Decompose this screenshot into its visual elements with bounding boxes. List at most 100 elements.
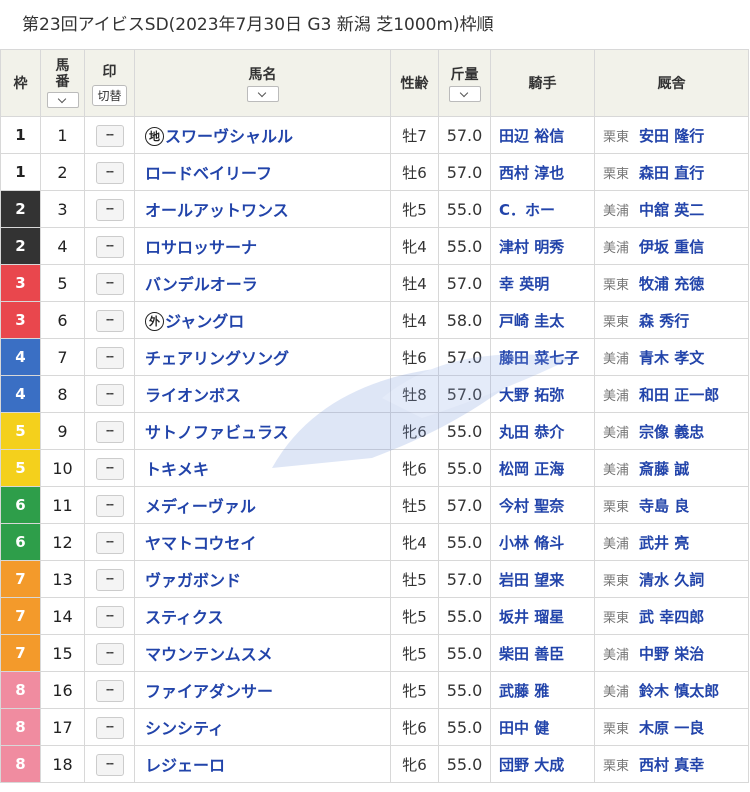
horse-name-link[interactable]: ロードベイリーフ	[145, 164, 272, 183]
mark-select-button[interactable]: --	[95, 458, 124, 480]
jockey-link[interactable]: 坂井 瑠星	[499, 608, 564, 626]
mark-select-button[interactable]: --	[95, 717, 124, 739]
mark-select-button[interactable]: --	[95, 680, 124, 702]
jockey-cell[interactable]: 柴田 善臣	[490, 634, 595, 672]
header-horse[interactable]: 馬名	[134, 49, 391, 117]
trainer-link[interactable]: 寺島 良	[639, 497, 689, 515]
jockey-link[interactable]: 田中 健	[499, 719, 549, 737]
trainer-link[interactable]: 牧浦 充徳	[639, 275, 704, 293]
jockey-cell[interactable]: 武藤 雅	[490, 671, 595, 709]
horse-name-cell[interactable]: メディーヴァル	[134, 486, 391, 524]
horse-name-cell[interactable]: バンデルオーラ	[134, 264, 391, 302]
mark-select-button[interactable]: --	[95, 495, 124, 517]
horse-name-cell[interactable]: ヤマトコウセイ	[134, 523, 391, 561]
trainer-link[interactable]: 森 秀行	[639, 312, 689, 330]
jockey-cell[interactable]: 田中 健	[490, 708, 595, 746]
jockey-cell[interactable]: 丸田 恭介	[490, 412, 595, 450]
trainer-link[interactable]: 武井 亮	[639, 534, 689, 552]
header-weight[interactable]: 斤量	[438, 49, 491, 117]
jockey-link[interactable]: 松岡 正海	[499, 460, 564, 478]
horse-name-cell[interactable]: サトノファビュラス	[134, 412, 391, 450]
horse-name-link[interactable]: ヴァガボンド	[145, 571, 241, 590]
mark-select-button[interactable]: --	[95, 347, 124, 369]
horse-name-link[interactable]: ジャングロ	[165, 312, 244, 331]
jockey-cell[interactable]: 大野 拓弥	[490, 375, 595, 413]
jockey-link[interactable]: 武藤 雅	[499, 682, 549, 700]
trainer-link[interactable]: 木原 一良	[639, 719, 704, 737]
trainer-link[interactable]: 和田 正一郎	[639, 386, 719, 404]
horse-name-link[interactable]: トキメキ	[145, 460, 209, 479]
jockey-cell[interactable]: 津村 明秀	[490, 227, 595, 265]
horse-name-cell[interactable]: シンシティ	[134, 708, 391, 746]
mark-select-button[interactable]: --	[95, 273, 124, 295]
horse-name-cell[interactable]: トキメキ	[134, 449, 391, 487]
jockey-link[interactable]: 丸田 恭介	[499, 423, 564, 441]
jockey-cell[interactable]: 小林 脩斗	[490, 523, 595, 561]
sort-umaban-button[interactable]	[46, 92, 79, 108]
sort-weight-button[interactable]	[448, 86, 481, 102]
horse-name-link[interactable]: スティクス	[145, 608, 224, 627]
horse-name-cell[interactable]: ファイアダンサー	[134, 671, 391, 709]
horse-name-cell[interactable]: ライオンボス	[134, 375, 391, 413]
jockey-cell[interactable]: 坂井 瑠星	[490, 597, 595, 635]
trainer-link[interactable]: 西村 真幸	[639, 756, 704, 774]
jockey-link[interactable]: 岩田 望来	[499, 571, 564, 589]
horse-name-link[interactable]: ロサロッサーナ	[145, 238, 257, 257]
mark-select-button[interactable]: --	[95, 643, 124, 665]
trainer-link[interactable]: 青木 孝文	[639, 349, 704, 367]
horse-name-cell[interactable]: マウンテンムスメ	[134, 634, 391, 672]
mark-select-button[interactable]: --	[95, 606, 124, 628]
trainer-link[interactable]: 武 幸四郎	[639, 608, 704, 626]
jockey-cell[interactable]: 松岡 正海	[490, 449, 595, 487]
mark-select-button[interactable]: --	[95, 569, 124, 591]
jockey-cell[interactable]: 岩田 望来	[490, 560, 595, 598]
jockey-cell[interactable]: 田辺 裕信	[490, 116, 595, 154]
horse-name-cell[interactable]: ヴァガボンド	[134, 560, 391, 598]
mark-select-button[interactable]: --	[95, 199, 124, 221]
mark-select-button[interactable]: --	[95, 532, 124, 554]
jockey-cell[interactable]: 戸崎 圭太	[490, 301, 595, 339]
mark-select-button[interactable]: --	[95, 125, 124, 147]
trainer-link[interactable]: 清水 久詞	[639, 571, 704, 589]
trainer-link[interactable]: 安田 隆行	[639, 127, 704, 145]
mark-select-button[interactable]: --	[95, 384, 124, 406]
horse-name-link[interactable]: スワーヴシャルル	[165, 127, 293, 146]
trainer-link[interactable]: 伊坂 重信	[639, 238, 704, 256]
horse-name-cell[interactable]: 外ジャングロ	[134, 301, 391, 339]
jockey-cell[interactable]: 今村 聖奈	[490, 486, 595, 524]
mark-select-button[interactable]: --	[95, 162, 124, 184]
horse-name-cell[interactable]: ロサロッサーナ	[134, 227, 391, 265]
trainer-link[interactable]: 鈴木 慎太郎	[639, 682, 719, 700]
horse-name-link[interactable]: レジェーロ	[145, 756, 225, 775]
horse-name-link[interactable]: メディーヴァル	[145, 497, 256, 516]
jockey-link[interactable]: 大野 拓弥	[499, 386, 564, 404]
jockey-cell[interactable]: 幸 英明	[490, 264, 595, 302]
horse-name-link[interactable]: シンシティ	[145, 719, 224, 738]
jockey-cell[interactable]: C．ホー	[490, 190, 595, 228]
horse-name-cell[interactable]: チェアリングソング	[134, 338, 391, 376]
trainer-link[interactable]: 森田 直行	[639, 164, 704, 182]
trainer-link[interactable]: 宗像 義忠	[639, 423, 704, 441]
jockey-link[interactable]: C．ホー	[499, 201, 555, 219]
jockey-cell[interactable]: 団野 大成	[490, 745, 595, 783]
horse-name-cell[interactable]: スティクス	[134, 597, 391, 635]
jockey-cell[interactable]: 西村 淳也	[490, 153, 595, 191]
sort-horse-button[interactable]	[246, 86, 279, 102]
horse-name-link[interactable]: ライオンボス	[145, 386, 241, 405]
trainer-link[interactable]: 中野 栄治	[639, 645, 704, 663]
mark-select-button[interactable]: --	[95, 236, 124, 258]
horse-name-link[interactable]: マウンテンムスメ	[145, 645, 273, 664]
mark-select-button[interactable]: --	[95, 754, 124, 776]
horse-name-cell[interactable]: 地スワーヴシャルル	[134, 116, 391, 154]
horse-name-link[interactable]: ヤマトコウセイ	[145, 534, 256, 553]
horse-name-cell[interactable]: オールアットワンス	[134, 190, 391, 228]
horse-name-link[interactable]: サトノファビュラス	[145, 423, 289, 442]
horse-name-link[interactable]: ファイアダンサー	[145, 682, 273, 701]
trainer-link[interactable]: 斎藤 誠	[639, 460, 689, 478]
jockey-link[interactable]: 柴田 善臣	[499, 645, 564, 663]
mark-toggle-button[interactable]: 切替	[92, 84, 127, 106]
horse-name-cell[interactable]: レジェーロ	[134, 745, 391, 783]
jockey-link[interactable]: 今村 聖奈	[499, 497, 564, 515]
trainer-link[interactable]: 中舘 英二	[639, 201, 704, 219]
jockey-link[interactable]: 津村 明秀	[499, 238, 564, 256]
